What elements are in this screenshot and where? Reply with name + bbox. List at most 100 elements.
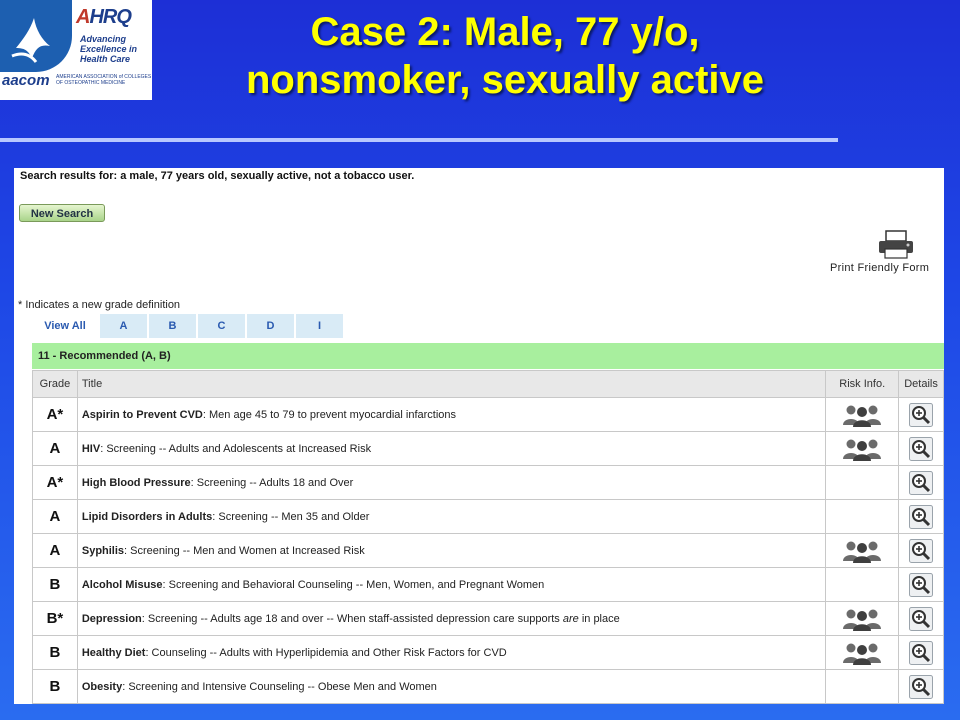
grade-value: A*	[46, 474, 64, 491]
risk-cell	[825, 601, 900, 636]
column-header-title: Title	[76, 370, 827, 398]
new-search-button[interactable]: New Search	[19, 204, 105, 222]
grade-value: A*	[46, 406, 64, 423]
tab-i[interactable]: I	[294, 314, 343, 338]
table-header-row: Grade Title Risk Info. Details	[32, 370, 944, 398]
title-cell[interactable]: Lipid Disorders in Adults: Screening -- …	[76, 499, 827, 534]
slide-title-line-2: nonsmoker, sexually active	[245, 58, 765, 102]
tab-d[interactable]: D	[245, 314, 294, 338]
title-cell[interactable]: Syphilis: Screening -- Men and Women at …	[76, 533, 827, 568]
title-cell[interactable]: Obesity: Screening and Intensive Counsel…	[76, 669, 827, 704]
magnifier-icon[interactable]	[909, 674, 934, 699]
table-row: A Syphilis: Screening -- Men and Women a…	[32, 533, 944, 568]
table-row: A* High Blood Pressure: Screening -- Adu…	[32, 465, 944, 500]
recommendation-desc-post: in place	[578, 612, 620, 625]
recommendation-name[interactable]: Aspirin to Prevent CVD	[82, 409, 203, 421]
details-cell	[898, 431, 944, 466]
grade-value: B*	[46, 610, 64, 627]
hhs-eagle-icon	[11, 18, 50, 63]
recommendation-name[interactable]: High Blood Pressure	[82, 477, 191, 489]
slide-title: Case 2: Male, 77 y/o, nonsmoker, sexuall…	[160, 8, 850, 104]
details-cell	[898, 533, 944, 568]
recommendation-desc-pre: : Screening -- Men 35 and Older	[212, 510, 370, 523]
recommendation-desc-em: are	[562, 612, 579, 625]
grade-value: A	[49, 508, 61, 525]
recommendation-desc-pre: : Counseling -- Adults with Hyperlipidem…	[145, 646, 507, 659]
grade-cell: A	[32, 533, 78, 568]
grade-tabs: View All A B C D I	[32, 314, 343, 338]
recommendation-name[interactable]: Lipid Disorders in Adults	[82, 511, 212, 523]
recommendation-name[interactable]: Healthy Diet	[82, 647, 146, 659]
tab-view-all[interactable]: View All	[32, 314, 98, 338]
recommendations-table: Grade Title Risk Info. Details A* Aspiri…	[32, 370, 944, 704]
risk-cell	[825, 567, 900, 602]
title-cell[interactable]: HIV: Screening -- Adults and Adolescents…	[76, 431, 827, 466]
recommendation-name[interactable]: Obesity	[82, 681, 122, 693]
print-friendly-link[interactable]: Print Friendly Form	[830, 262, 929, 274]
risk-cell	[825, 465, 900, 500]
people-group-icon[interactable]	[842, 437, 882, 461]
table-row: A Lipid Disorders in Adults: Screening -…	[32, 499, 944, 534]
title-cell[interactable]: Alcohol Misuse: Screening and Behavioral…	[76, 567, 827, 602]
grade-cell: A*	[32, 397, 78, 432]
magnifier-icon[interactable]	[909, 606, 934, 631]
magnifier-icon[interactable]	[909, 572, 934, 597]
recommendation-desc-pre: : Men age 45 to 79 to prevent myocardial…	[202, 408, 457, 421]
table-row: A* Aspirin to Prevent CVD: Men age 45 to…	[32, 397, 944, 432]
search-results-label: Search results for: a male, 77 years old…	[20, 170, 415, 182]
grade-value: B	[49, 576, 61, 593]
people-group-icon[interactable]	[842, 641, 882, 665]
slide-title-line-1: Case 2: Male, 77 y/o,	[310, 10, 700, 54]
details-cell	[898, 601, 944, 636]
title-cell[interactable]: Depression: Screening -- Adults age 18 a…	[76, 601, 827, 636]
grade-value: B	[49, 678, 61, 695]
grade-cell: B*	[32, 601, 78, 636]
title-cell[interactable]: Healthy Diet: Counseling -- Adults with …	[76, 635, 827, 670]
tab-c[interactable]: C	[196, 314, 245, 338]
recommendation-desc-pre: : Screening -- Men and Women at Increase…	[124, 544, 365, 557]
risk-cell	[825, 499, 900, 534]
tab-a[interactable]: A	[98, 314, 147, 338]
magnifier-icon[interactable]	[909, 640, 934, 665]
ahrq-logo: AHRQ Advancing Excellence in Health Care	[72, 2, 152, 70]
details-cell	[898, 465, 944, 500]
column-header-details: Details	[898, 370, 944, 398]
tab-b[interactable]: B	[147, 314, 196, 338]
table-row: B Obesity: Screening and Intensive Couns…	[32, 669, 944, 704]
hhs-logo	[0, 0, 72, 72]
recommendation-desc-pre: : Screening and Intensive Counseling -- …	[122, 680, 437, 693]
risk-cell	[825, 635, 900, 670]
grade-value: B	[49, 644, 61, 661]
title-cell[interactable]: Aspirin to Prevent CVD: Men age 45 to 79…	[76, 397, 827, 432]
recommendation-name[interactable]: Alcohol Misuse	[82, 579, 163, 591]
details-cell	[898, 669, 944, 704]
magnifier-icon[interactable]	[909, 436, 934, 461]
title-divider	[0, 138, 838, 142]
ahrq-mark: AHRQ	[76, 6, 132, 28]
details-cell	[898, 397, 944, 432]
recommendation-desc-pre: : Screening -- Adults age 18 and over --…	[141, 612, 563, 625]
magnifier-icon[interactable]	[909, 504, 934, 529]
details-cell	[898, 499, 944, 534]
people-group-icon[interactable]	[842, 607, 882, 631]
people-group-icon[interactable]	[842, 539, 882, 563]
printer-icon[interactable]	[876, 230, 916, 260]
recommendation-desc-pre: : Screening and Behavioral Counseling --…	[162, 578, 545, 591]
people-group-icon[interactable]	[842, 403, 882, 427]
table-row: B Healthy Diet: Counseling -- Adults wit…	[32, 635, 944, 670]
details-cell	[898, 635, 944, 670]
recommendation-name[interactable]: Depression	[82, 613, 142, 625]
column-header-grade: Grade	[32, 370, 78, 398]
group-header: 11 - Recommended (A, B)	[32, 343, 944, 369]
table-row: A HIV: Screening -- Adults and Adolescen…	[32, 431, 944, 466]
magnifier-icon[interactable]	[909, 538, 934, 563]
recommendation-name[interactable]: HIV	[82, 443, 100, 455]
title-cell[interactable]: High Blood Pressure: Screening -- Adults…	[76, 465, 827, 500]
risk-cell	[825, 431, 900, 466]
magnifier-icon[interactable]	[909, 470, 934, 495]
grade-cell: A	[32, 431, 78, 466]
recommendation-name[interactable]: Syphilis	[82, 545, 124, 557]
magnifier-icon[interactable]	[909, 402, 934, 427]
table-row: B Alcohol Misuse: Screening and Behavior…	[32, 567, 944, 602]
grade-cell: B	[32, 635, 78, 670]
